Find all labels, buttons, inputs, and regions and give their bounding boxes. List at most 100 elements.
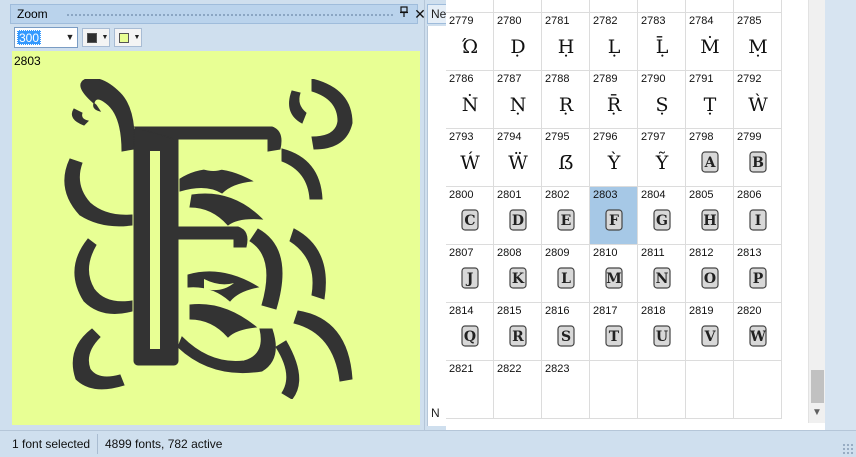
dock-tab-bottom[interactable]: N — [431, 406, 440, 420]
glyph-cell[interactable]: 2788 Ṛ — [542, 71, 590, 129]
glyph-preview: Ẃ — [460, 152, 480, 174]
glyph-cell[interactable]: 2804 G — [638, 187, 686, 245]
glyph-cell[interactable]: 2807 J — [446, 245, 494, 303]
glyph-cell[interactable]: 2802 E — [542, 187, 590, 245]
glyph-cell[interactable]: 2814 Q — [446, 303, 494, 361]
chevron-down-icon[interactable]: ▼ — [63, 28, 77, 47]
glyph-cell[interactable]: 2810 M — [590, 245, 638, 303]
glyph-cell[interactable]: 2800 C — [446, 187, 494, 245]
scrollbar-thumb[interactable] — [811, 370, 824, 403]
glyph-code: 2779 — [449, 15, 474, 27]
background-color-button[interactable]: ▼ — [114, 28, 142, 47]
glyph-cell[interactable]: 2780 Ḍ — [494, 13, 542, 71]
ornate-capital-letter: M — [606, 271, 622, 287]
glyph-preview: Ẅ — [508, 152, 528, 174]
vertical-scrollbar[interactable]: ▼ — [808, 0, 825, 423]
glyph-cell[interactable] — [638, 361, 686, 419]
ornate-capital-icon: W — [749, 325, 767, 347]
glyph-cell[interactable]: 2781 Ḥ — [542, 13, 590, 71]
ornate-capital-letter: A — [704, 155, 717, 171]
glyph-cell[interactable]: 2808 K — [494, 245, 542, 303]
glyph-code: 2807 — [449, 247, 474, 259]
glyph-cell[interactable]: 2786 Ṅ — [446, 71, 494, 129]
glyph-cell[interactable]: 2784 Ṁ — [686, 13, 734, 71]
glyph-cell[interactable]: 2812 O — [686, 245, 734, 303]
glyph-code: 2787 — [497, 73, 522, 85]
zoom-level-combo[interactable]: 300 ▼ — [14, 27, 78, 48]
glyph-cell[interactable]: 2779 Ώ — [446, 13, 494, 71]
glyph-cell[interactable]: 2821 — [446, 361, 494, 419]
glyph-cell[interactable]: 2801 D — [494, 187, 542, 245]
glyph-cell[interactable]: 2787 Ṇ — [494, 71, 542, 129]
ornate-capital-icon: O — [701, 267, 719, 289]
glyph-preview: Ό — [686, 0, 734, 3]
glyph-cell[interactable]: 2782 Ḷ — [590, 13, 638, 71]
dock-tab-top[interactable]: Ne — [427, 4, 447, 24]
ornate-capital-letter: R — [512, 329, 524, 345]
glyph-code: 2812 — [689, 247, 714, 259]
glyph-cell[interactable]: 2806 I — [734, 187, 782, 245]
glyph-cell[interactable]: 2817 T — [590, 303, 638, 361]
glyph-cell[interactable]: 2819 V — [686, 303, 734, 361]
glyph-cell[interactable]: 2823 — [542, 361, 590, 419]
glyph-cell[interactable]: 2785 Ṃ — [734, 13, 782, 71]
glyph-cell[interactable]: 2792 Ẁ — [734, 71, 782, 129]
glyph-cell[interactable]: 2797 Ỹ — [638, 129, 686, 187]
zoom-level-input[interactable]: 300 — [17, 30, 42, 45]
chevron-down-icon[interactable]: ▼ — [101, 29, 109, 46]
glyph-cell[interactable]: 2774Ω — [542, 0, 590, 13]
glyph-preview: Ḷ — [607, 36, 621, 58]
glyph-cell[interactable]: 2822 — [494, 361, 542, 419]
glyph-cell[interactable]: 2815 R — [494, 303, 542, 361]
ornate-capital-letter: P — [753, 271, 764, 287]
ornate-capital-letter: V — [704, 329, 717, 345]
glyph-cell[interactable] — [734, 361, 782, 419]
glyph-cell[interactable] — [590, 361, 638, 419]
resize-grip-icon[interactable] — [842, 443, 854, 455]
glyph-cell[interactable]: 2803 F — [590, 187, 638, 245]
ornate-capital-icon: S — [557, 325, 575, 347]
glyph-cell[interactable]: 2818 U — [638, 303, 686, 361]
zoom-panel-title-bar[interactable]: Zoom ✕ — [10, 4, 426, 24]
glyph-cell[interactable]: 2776Ÿ — [638, 0, 686, 13]
chevron-down-icon[interactable]: ▼ — [133, 29, 141, 46]
glyph-cell[interactable]: 2805 H — [686, 187, 734, 245]
glyph-cell[interactable]: 2794 Ẅ — [494, 129, 542, 187]
glyph-cell[interactable]: 2796 Ỳ — [590, 129, 638, 187]
scroll-down-arrow-icon[interactable]: ▼ — [809, 405, 825, 421]
glyph-preview: Ḍ — [510, 36, 526, 58]
ornate-capital-icon: K — [509, 267, 527, 289]
glyph-cell[interactable]: 2773Ɏ — [494, 0, 542, 13]
glyph-cell[interactable]: 2793 Ẃ — [446, 129, 494, 187]
glyph-cell[interactable]: 2820 W — [734, 303, 782, 361]
glyph-cell[interactable]: 2809 L — [542, 245, 590, 303]
glyph-cell[interactable]: 2791 Ṭ — [686, 71, 734, 129]
glyph-cell[interactable] — [686, 361, 734, 419]
glyph-cell[interactable]: 2813 P — [734, 245, 782, 303]
foreground-color-button[interactable]: ▼ — [82, 28, 110, 47]
glyph-cell[interactable]: 2775Ï — [590, 0, 638, 13]
glyph-cell[interactable]: 2778Ύ — [734, 0, 782, 13]
glyph-preview: Ṛ — [558, 94, 574, 116]
glyph-code: 2811 — [641, 247, 665, 259]
glyph-preview: Ÿ — [638, 0, 686, 3]
glyph-cell[interactable]: 2795 ẞ — [542, 129, 590, 187]
glyph-code: 2813 — [737, 247, 762, 259]
glyph-cell[interactable]: 2790 Ṣ — [638, 71, 686, 129]
glyph-cell[interactable]: 2816 S — [542, 303, 590, 361]
ornate-capital-letter: B — [752, 155, 764, 171]
pin-icon[interactable] — [397, 6, 411, 22]
glyph-cell[interactable]: 2783 Ḹ — [638, 13, 686, 71]
glyph-cell[interactable]: 2777Ό — [686, 0, 734, 13]
drag-grip[interactable] — [66, 13, 393, 18]
glyph-code: 2822 — [497, 363, 522, 375]
glyph-preview: Ḹ — [655, 36, 669, 58]
glyph-cell[interactable]: 2811 N — [638, 245, 686, 303]
glyph-cell[interactable]: 2799 B — [734, 129, 782, 187]
glyph-cell[interactable]: 2798 A — [686, 129, 734, 187]
glyph-cell[interactable]: 2789 Ṝ — [590, 71, 638, 129]
character-map-grid[interactable]: 2772X2773Ɏ2774Ω2775Ï2776Ÿ2777Ό2778Ύ 2779 Ώ… — [446, 0, 808, 423]
glyph-cell[interactable]: 2772X — [446, 0, 494, 13]
zoom-panel-title: Zoom — [17, 7, 48, 21]
pin-glyph — [400, 6, 408, 17]
